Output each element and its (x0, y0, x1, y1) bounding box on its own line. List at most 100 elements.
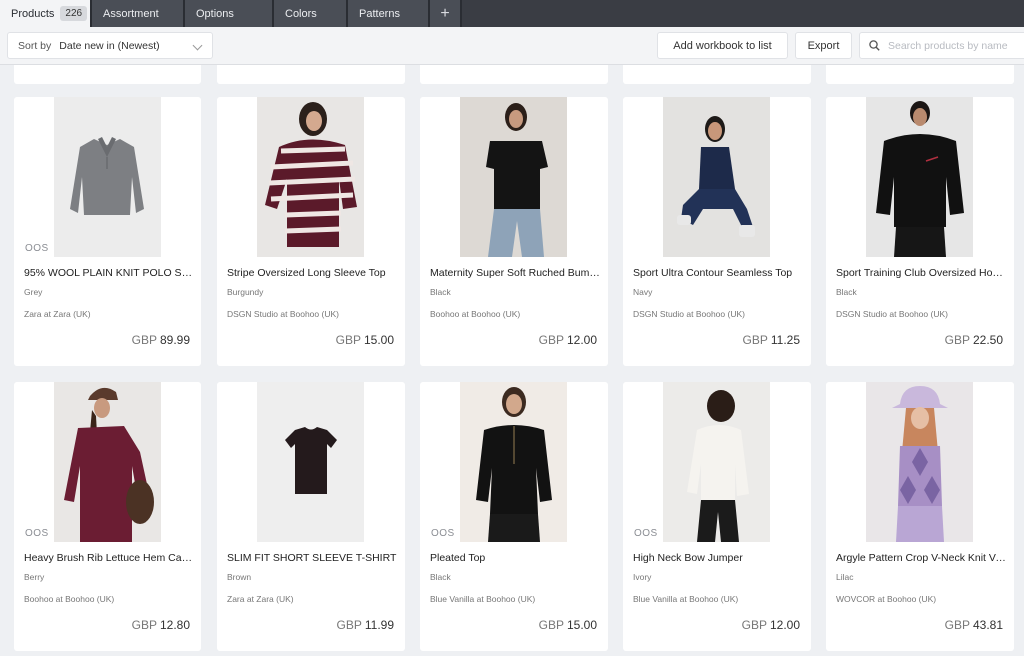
price-currency: GBP (538, 618, 564, 632)
tab-label: Colors (285, 7, 317, 20)
product-retailer: Zara at Zara (UK) (227, 594, 294, 604)
product-color: Lilac (836, 572, 854, 582)
product-price: GBP 89.99 (132, 333, 190, 347)
product-price: GBP 43.81 (945, 618, 1003, 632)
top-tab-bar: Products 226 Assortment Options Colors P… (0, 0, 1024, 27)
tab-label: Products (11, 7, 55, 20)
product-card[interactable]: OOS 95% WOOL PLAIN KNIT POLO SWEATER Gre… (14, 97, 201, 366)
plus-icon: + (440, 4, 450, 22)
product-grid: OOS 95% WOOL PLAIN KNIT POLO SWEATER Gre… (0, 65, 1024, 656)
toolbar: Sort by Date new in (Newest) Add workboo… (0, 27, 1024, 65)
oos-badge: OOS (428, 527, 458, 540)
product-price: GBP 12.80 (132, 618, 190, 632)
product-retailer: DSGN Studio at Boohoo (UK) (836, 309, 948, 319)
tab-products[interactable]: Products 226 (0, 0, 92, 27)
chevron-down-icon (192, 40, 203, 51)
price-value: 12.00 (566, 333, 597, 347)
product-name: High Neck Bow Jumper (633, 552, 743, 564)
price-value: 22.50 (972, 333, 1003, 347)
product-price: GBP 12.00 (539, 333, 597, 347)
product-card[interactable]: OOS Pleated Top Black Blue Vanilla at Bo… (420, 382, 608, 651)
price-currency: GBP (538, 333, 564, 347)
product-retailer: WOVCOR at Boohoo (UK) (836, 594, 937, 604)
search-box (859, 32, 1024, 59)
product-image (663, 97, 770, 257)
product-card-partial[interactable] (420, 65, 608, 84)
product-color: Ivory (633, 572, 652, 582)
product-image (663, 382, 770, 542)
product-retailer: Blue Vanilla at Boohoo (UK) (633, 594, 739, 604)
product-name: Pleated Top (430, 552, 486, 564)
tab-colors[interactable]: Colors (274, 0, 348, 27)
sort-label: Sort by (18, 39, 52, 52)
product-color: Brown (227, 572, 252, 582)
add-workbook-to-list-button[interactable]: Add workbook to list (657, 32, 788, 59)
price-value: 11.99 (364, 618, 394, 632)
product-card[interactable]: OOS High Neck Bow Jumper Ivory Blue Vani… (623, 382, 811, 651)
tab-label: Patterns (359, 7, 400, 20)
product-card[interactable]: Sport Training Club Oversized Hoodie Bla… (826, 97, 1014, 366)
search-icon (869, 40, 880, 51)
product-card[interactable]: Stripe Oversized Long Sleeve Top Burgund… (217, 97, 405, 366)
price-currency: GBP (336, 618, 362, 632)
tab-options[interactable]: Options (185, 0, 274, 27)
product-name: Heavy Brush Rib Lettuce Hem Cardigan (24, 552, 194, 564)
product-image (866, 97, 973, 257)
product-price: GBP 15.00 (539, 618, 597, 632)
product-name: Sport Ultra Contour Seamless Top (633, 267, 793, 279)
product-color: Navy (633, 287, 653, 297)
search-input[interactable] (888, 39, 1024, 52)
product-card-partial[interactable] (826, 65, 1014, 84)
product-card[interactable]: SLIM FIT SHORT SLEEVE T-SHIRT Brown Zara… (217, 382, 405, 651)
oos-badge: OOS (22, 527, 52, 540)
product-name: Maternity Super Soft Ruched Bump Top (430, 267, 600, 279)
product-card[interactable]: Sport Ultra Contour Seamless Top Navy DS… (623, 97, 811, 366)
product-image (54, 382, 161, 542)
product-image (460, 97, 567, 257)
product-name: Argyle Pattern Crop V-Neck Knit Vest (836, 552, 1006, 564)
price-value: 15.00 (566, 618, 597, 632)
product-card[interactable]: Argyle Pattern Crop V-Neck Knit Vest Lil… (826, 382, 1014, 651)
product-card-partial[interactable] (14, 65, 201, 84)
product-name: Stripe Oversized Long Sleeve Top (227, 267, 386, 279)
product-name: 95% WOOL PLAIN KNIT POLO SWEATER (24, 267, 194, 279)
price-currency: GBP (335, 333, 361, 347)
product-color: Burgundy (227, 287, 264, 297)
sort-value: Date new in (Newest) (59, 39, 160, 52)
product-card[interactable]: Maternity Super Soft Ruched Bump Top Bla… (420, 97, 608, 366)
price-currency: GBP (944, 333, 970, 347)
product-retailer: Blue Vanilla at Boohoo (UK) (430, 594, 536, 604)
tab-label: Options (196, 7, 234, 20)
product-color: Black (430, 287, 451, 297)
product-image (54, 97, 161, 257)
tab-assortment[interactable]: Assortment (92, 0, 185, 27)
product-card-partial[interactable] (623, 65, 811, 84)
product-price: GBP 22.50 (945, 333, 1003, 347)
product-price: GBP 11.99 (337, 618, 394, 632)
product-retailer: DSGN Studio at Boohoo (UK) (633, 309, 745, 319)
product-price: GBP 12.00 (742, 618, 800, 632)
product-price: GBP 11.25 (743, 333, 800, 347)
product-retailer: Boohoo at Boohoo (UK) (430, 309, 521, 319)
tab-patterns[interactable]: Patterns (348, 0, 430, 27)
product-retailer: DSGN Studio at Boohoo (UK) (227, 309, 339, 319)
oos-badge: OOS (22, 242, 52, 255)
sort-dropdown[interactable]: Sort by Date new in (Newest) (7, 32, 213, 59)
price-value: 11.25 (770, 333, 800, 347)
price-currency: GBP (944, 618, 970, 632)
price-value: 15.00 (363, 333, 394, 347)
product-image (866, 382, 973, 542)
export-button[interactable]: Export (795, 32, 852, 59)
price-value: 12.00 (769, 618, 800, 632)
price-currency: GBP (131, 618, 157, 632)
products-count-badge: 226 (60, 6, 88, 21)
add-tab-button[interactable]: + (430, 0, 462, 27)
product-card-partial[interactable] (217, 65, 405, 84)
product-retailer: Boohoo at Boohoo (UK) (24, 594, 115, 604)
product-color: Black (430, 572, 451, 582)
product-image (257, 382, 364, 542)
price-currency: GBP (131, 333, 157, 347)
tab-bar-spacer (462, 0, 1024, 27)
product-card[interactable]: OOS Heavy Brush Rib Lettuce Hem Cardigan… (14, 382, 201, 651)
product-image (460, 382, 567, 542)
